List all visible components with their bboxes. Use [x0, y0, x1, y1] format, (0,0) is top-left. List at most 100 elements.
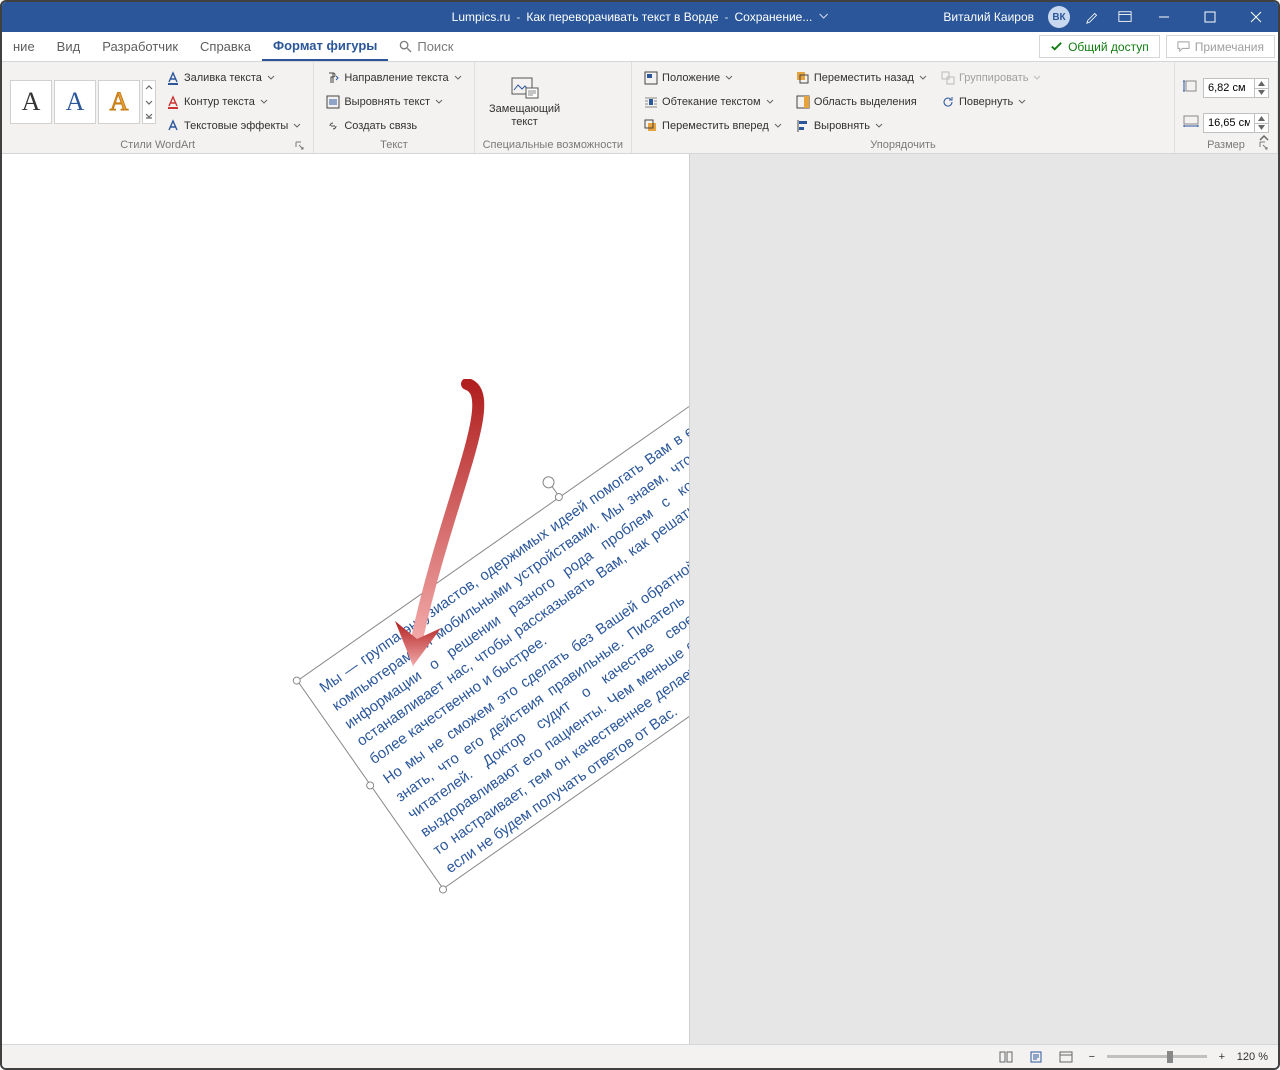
document-title: Как переворачивать текст в Ворде: [526, 10, 718, 24]
position-icon: [644, 71, 658, 85]
zoom-out-button[interactable]: −: [1085, 1051, 1099, 1063]
chevron-down-icon: [774, 122, 782, 130]
height-input[interactable]: [1204, 79, 1254, 97]
text-direction-icon: [326, 71, 340, 85]
zoom-slider-knob[interactable]: [1167, 1051, 1173, 1063]
zoom-slider[interactable]: [1107, 1055, 1207, 1058]
wordart-gallery[interactable]: A A A: [10, 66, 156, 138]
wordart-gallery-more[interactable]: [142, 80, 156, 124]
tab-view[interactable]: Вид: [46, 32, 92, 61]
chevron-down-icon: [875, 122, 883, 130]
stepper-up[interactable]: [1254, 114, 1268, 123]
send-backward-button[interactable]: Переместить назад: [792, 69, 931, 87]
text-direction-button[interactable]: Направление текста: [322, 69, 465, 87]
saving-status: Сохранение...: [735, 10, 813, 24]
alt-text-icon: [510, 76, 540, 100]
webpage-icon[interactable]: [1110, 2, 1140, 32]
title-bar: Lumpics.ru - Как переворачивать текст в …: [2, 2, 1278, 32]
height-icon: [1183, 80, 1199, 95]
text-outline-button[interactable]: Контур текста: [162, 93, 305, 111]
document-workspace: Мы — группа энтузиастов, одержимых идеей…: [2, 154, 1278, 1044]
tab-developer[interactable]: Разработчик: [91, 32, 189, 61]
site-name: Lumpics.ru: [452, 10, 511, 24]
tab-help[interactable]: Справка: [189, 32, 262, 61]
text-box-content[interactable]: Мы — группа энтузиастов, одержимых идеей…: [297, 314, 690, 890]
wordart-sample[interactable]: A: [98, 80, 140, 124]
chevron-down-icon: [454, 74, 462, 82]
width-spinner[interactable]: [1203, 113, 1269, 133]
chevron-down-icon: [293, 122, 301, 130]
group-icon: [941, 71, 955, 85]
align-objects-button[interactable]: Выровнять: [792, 117, 931, 135]
alt-text-button[interactable]: Замещающий текст: [483, 66, 567, 138]
document-page[interactable]: Мы — группа энтузиастов, одержимых идеей…: [2, 154, 690, 1044]
tab-partial[interactable]: ние: [2, 32, 46, 61]
stepper-down[interactable]: [1254, 88, 1268, 97]
chevron-down-icon: [766, 98, 774, 106]
dialog-launcher[interactable]: [293, 139, 305, 151]
group-arrange: Положение Обтекание текстом Переместить …: [632, 62, 1175, 153]
chevron-down-icon: [1033, 74, 1041, 82]
text-effects-button[interactable]: Текстовые эффекты: [162, 117, 305, 135]
side-gray-area: [690, 154, 1278, 1044]
collapse-ribbon-button[interactable]: [1258, 132, 1270, 150]
group-wordart-styles: A A A Заливка текста: [2, 62, 314, 153]
wrap-text-icon: [644, 95, 658, 109]
window-title: Lumpics.ru - Как переворачивать текст в …: [452, 10, 829, 24]
group-objects-button[interactable]: Группировать: [937, 69, 1046, 87]
ribbon: A A A Заливка текста: [2, 62, 1278, 154]
chevron-down-icon: [1018, 98, 1026, 106]
selection-pane-icon: [796, 95, 810, 109]
text-fill-icon: [166, 71, 180, 85]
width-icon: [1183, 115, 1199, 130]
link-icon: [326, 119, 340, 133]
web-layout-button[interactable]: [1055, 1047, 1077, 1067]
align-text-icon: [326, 95, 340, 109]
chevron-down-icon: [435, 98, 443, 106]
chevron-down-icon: [919, 74, 927, 82]
word-window: Lumpics.ru - Как переворачивать текст в …: [0, 0, 1280, 1070]
avatar[interactable]: ВК: [1048, 6, 1070, 28]
height-spinner[interactable]: [1203, 78, 1269, 98]
tab-shape-format[interactable]: Формат фигуры: [262, 32, 388, 61]
align-text-button[interactable]: Выровнять текст: [322, 93, 465, 111]
stepper-down[interactable]: [1254, 123, 1268, 132]
title-dropdown[interactable]: [818, 10, 828, 24]
status-bar: − + 120 %: [2, 1044, 1278, 1068]
search-box[interactable]: Поиск: [388, 32, 464, 61]
group-text: Направление текста Выровнять текст Созда…: [314, 62, 474, 153]
text-fill-button[interactable]: Заливка текста: [162, 69, 305, 87]
zoom-level[interactable]: 120 %: [1237, 1051, 1268, 1063]
read-mode-button[interactable]: [995, 1047, 1017, 1067]
wordart-sample[interactable]: A: [10, 80, 52, 124]
share-button[interactable]: Общий доступ: [1039, 35, 1160, 58]
align-objects-icon: [796, 119, 810, 133]
bring-forward-button[interactable]: Переместить вперед: [640, 117, 786, 135]
text-effects-icon: [166, 119, 180, 133]
group-accessibility: Замещающий текст Специальные возможности: [475, 62, 632, 153]
zoom-in-button[interactable]: +: [1215, 1051, 1229, 1063]
minimize-button[interactable]: [1142, 2, 1186, 32]
comment-icon: [1177, 40, 1190, 53]
chevron-down-icon: [267, 74, 275, 82]
rotate-button[interactable]: Повернуть: [937, 93, 1046, 111]
send-backward-icon: [796, 71, 810, 85]
text-outline-icon: [166, 95, 180, 109]
width-input[interactable]: [1204, 114, 1254, 132]
selection-pane-button[interactable]: Область выделения: [792, 93, 931, 111]
maximize-button[interactable]: [1188, 2, 1232, 32]
check-icon: [1050, 40, 1063, 53]
close-button[interactable]: [1234, 2, 1278, 32]
stepper-up[interactable]: [1254, 79, 1268, 88]
ribbon-tabs: ние Вид Разработчик Справка Формат фигур…: [2, 32, 1278, 62]
text-box-shape[interactable]: Мы — группа энтузиастов, одержимых идеей…: [297, 314, 690, 890]
wrap-text-button[interactable]: Обтекание текстом: [640, 93, 786, 111]
bring-forward-icon: [644, 119, 658, 133]
chevron-down-icon: [725, 74, 733, 82]
comments-button[interactable]: Примечания: [1166, 35, 1275, 58]
print-layout-button[interactable]: [1025, 1047, 1047, 1067]
position-button[interactable]: Положение: [640, 69, 786, 87]
wordart-sample[interactable]: A: [54, 80, 96, 124]
create-link-button[interactable]: Создать связь: [322, 117, 465, 135]
drawing-mode-icon[interactable]: [1078, 2, 1108, 32]
